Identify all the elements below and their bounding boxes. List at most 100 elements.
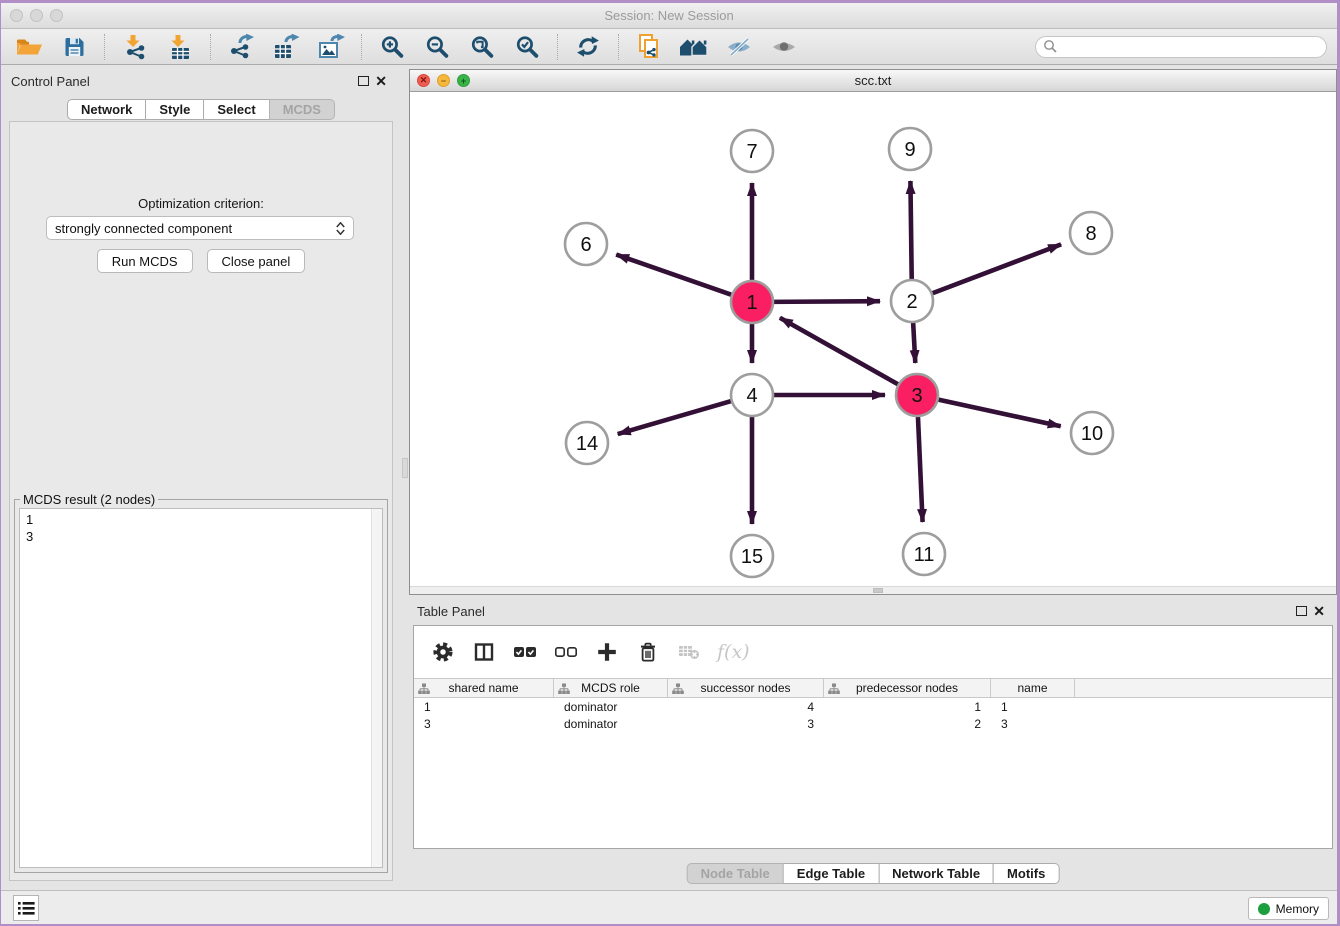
table-cell[interactable]: dominator	[554, 717, 668, 731]
table-cell[interactable]: 2	[824, 717, 991, 731]
first-neighbors-button[interactable]	[676, 32, 712, 62]
network-window-titlebar[interactable]: ✕ − + scc.txt	[410, 70, 1336, 92]
graph-node-1[interactable]: 1	[731, 281, 773, 323]
column-header-MCDS-role[interactable]: MCDS role	[554, 679, 668, 697]
graph-node-11[interactable]: 11	[903, 533, 945, 575]
table-cell[interactable]: 1	[824, 700, 991, 714]
edge-4-14[interactable]	[618, 400, 734, 434]
svg-text:10: 10	[1081, 423, 1103, 445]
result-scrollbar[interactable]	[371, 509, 382, 867]
column-header-successor-nodes[interactable]: successor nodes	[668, 679, 824, 697]
delete-columns-button[interactable]	[635, 639, 661, 665]
edge-2-9[interactable]	[910, 181, 911, 282]
import-table-button[interactable]	[162, 32, 198, 62]
zoom-fit-button[interactable]	[464, 32, 500, 62]
hide-selected-button[interactable]	[721, 32, 757, 62]
plus-icon	[596, 641, 618, 663]
export-image-button[interactable]	[313, 32, 349, 62]
graph-node-3[interactable]: 3	[896, 374, 938, 416]
graph-node-8[interactable]: 8	[1070, 212, 1112, 254]
column-header-shared-name[interactable]: shared name	[414, 679, 554, 697]
edge-1-6[interactable]	[616, 255, 734, 296]
toggle-panel-button[interactable]	[471, 639, 497, 665]
table-rows: 1dominator4113dominator323	[414, 698, 1332, 732]
hierarchy-icon	[418, 683, 430, 695]
graph-node-15[interactable]: 15	[731, 535, 773, 577]
table-cell[interactable]: 1	[414, 700, 554, 714]
tab-style[interactable]: Style	[145, 99, 204, 120]
table-cell[interactable]: 3	[414, 717, 554, 731]
table-cell[interactable]: 1	[991, 700, 1075, 714]
toolbar-separator	[618, 34, 619, 60]
graph-node-14[interactable]: 14	[566, 422, 608, 464]
refresh-view-button[interactable]	[570, 32, 606, 62]
close-table-panel-icon[interactable]: ✕	[1313, 606, 1325, 616]
open-session-button[interactable]	[11, 32, 47, 62]
graph-node-2[interactable]: 2	[891, 280, 933, 322]
table-row[interactable]: 1dominator411	[414, 698, 1332, 715]
edge-2-8[interactable]	[930, 244, 1061, 294]
edge-3-10[interactable]	[936, 399, 1061, 426]
edge-3-1[interactable]	[780, 318, 901, 386]
table-cell[interactable]: 3	[991, 717, 1075, 731]
edge-3-11[interactable]	[918, 414, 923, 522]
status-bar: Memory	[1, 890, 1337, 924]
tab-network[interactable]: Network	[67, 99, 146, 120]
tab-select[interactable]: Select	[203, 99, 269, 120]
zoom-selected-button[interactable]	[509, 32, 545, 62]
svg-text:14: 14	[576, 433, 598, 455]
export-table-button[interactable]	[268, 32, 304, 62]
function-builder-button[interactable]: f(x)	[717, 641, 750, 663]
select-all-columns-button[interactable]	[512, 639, 538, 665]
resize-grip[interactable]	[873, 588, 883, 593]
float-table-panel-icon[interactable]	[1296, 606, 1307, 616]
zoom-out-button[interactable]	[419, 32, 455, 62]
zoom-fit-icon	[469, 34, 495, 59]
deselect-all-columns-button[interactable]	[553, 639, 579, 665]
column-header-predecessor-nodes[interactable]: predecessor nodes	[824, 679, 991, 697]
export-network-button[interactable]	[223, 32, 259, 62]
zoom-in-button[interactable]	[374, 32, 410, 62]
list-icon	[18, 901, 35, 916]
tab-motifs[interactable]: Motifs	[993, 863, 1059, 884]
clone-network-icon	[636, 33, 662, 60]
tab-network-table[interactable]: Network Table	[878, 863, 994, 884]
split-divider-handle[interactable]	[402, 458, 408, 478]
tab-node-table[interactable]: Node Table	[687, 863, 784, 884]
run-mcds-button[interactable]: Run MCDS	[97, 249, 193, 273]
column-settings-button[interactable]	[430, 639, 456, 665]
graph-node-6[interactable]: 6	[565, 223, 607, 265]
mcds-panel: Optimization criterion: strongly connect…	[9, 121, 393, 881]
column-header-name[interactable]: name	[991, 679, 1075, 697]
table-cell[interactable]: 3	[668, 717, 824, 731]
show-all-button[interactable]	[766, 32, 802, 62]
delete-table-button[interactable]	[676, 639, 702, 665]
float-panel-icon[interactable]	[358, 76, 369, 86]
create-column-button[interactable]	[594, 639, 620, 665]
tab-edge-table[interactable]: Edge Table	[783, 863, 879, 884]
memory-status-dot	[1258, 903, 1270, 915]
tab-mcds[interactable]: MCDS	[269, 99, 335, 120]
table-cell[interactable]: dominator	[554, 700, 668, 714]
graph-node-9[interactable]: 9	[889, 128, 931, 170]
mcds-result-area[interactable]: 1 3	[19, 508, 383, 868]
network-frame-bottom	[410, 586, 1336, 594]
table-cell[interactable]: 4	[668, 700, 824, 714]
graph-node-7[interactable]: 7	[731, 130, 773, 172]
search-input[interactable]	[1035, 36, 1327, 58]
close-panel-icon[interactable]: ✕	[375, 76, 387, 86]
memory-button[interactable]: Memory	[1248, 897, 1329, 920]
table-row[interactable]: 3dominator323	[414, 715, 1332, 732]
save-session-button[interactable]	[56, 32, 92, 62]
export-table-icon	[272, 34, 300, 60]
clone-network-button[interactable]	[631, 32, 667, 62]
close-panel-button[interactable]: Close panel	[207, 249, 306, 273]
edge-2-3[interactable]	[913, 320, 915, 363]
graph-node-10[interactable]: 10	[1071, 412, 1113, 454]
edge-1-2[interactable]	[771, 301, 880, 302]
criterion-select[interactable]: strongly connected component	[46, 216, 354, 240]
graph-node-4[interactable]: 4	[731, 374, 773, 416]
task-history-button[interactable]	[13, 895, 39, 921]
network-canvas[interactable]: 7 9 6 8 1 2 4 3 14 10 15 11	[410, 93, 1336, 586]
import-network-button[interactable]	[117, 32, 153, 62]
